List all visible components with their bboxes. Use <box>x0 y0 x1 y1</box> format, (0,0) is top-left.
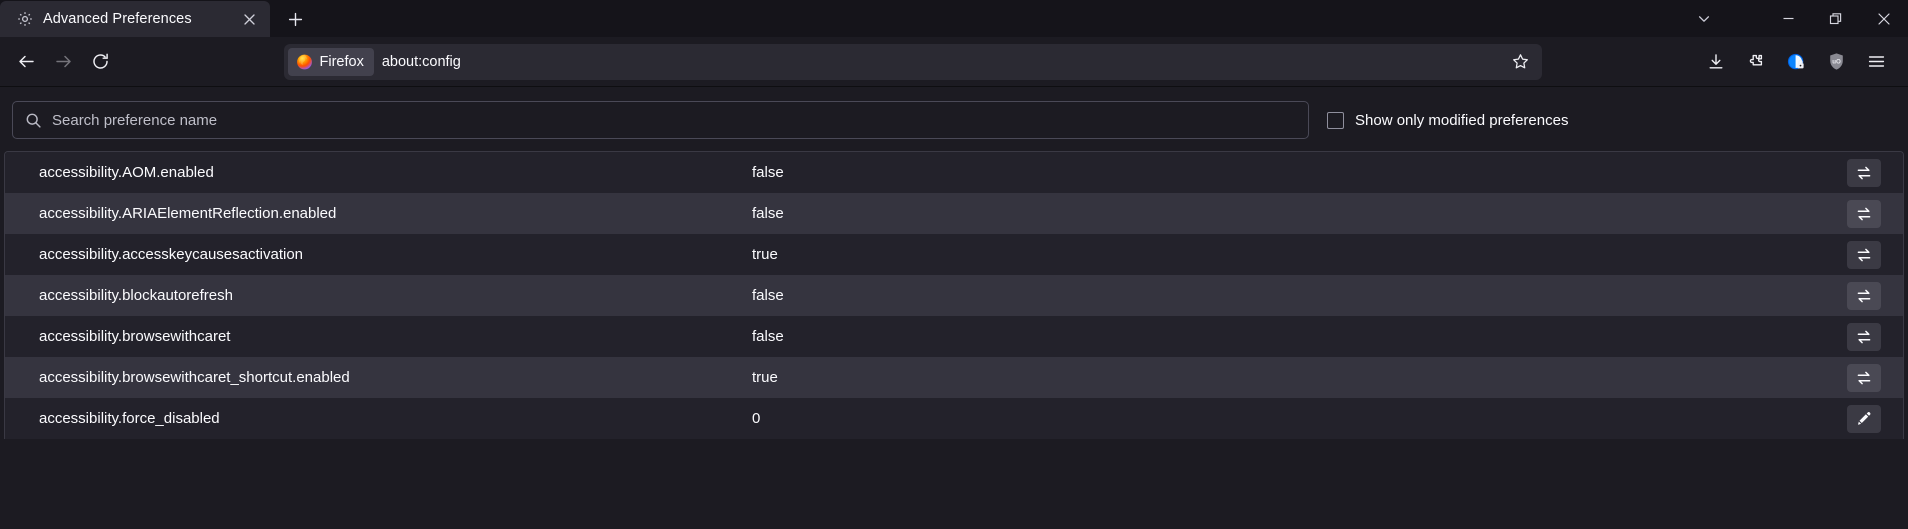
title-bar: Advanced Preferences <box>0 0 1908 37</box>
table-row[interactable]: accessibility.browsewithcaret false <box>5 316 1903 357</box>
show-only-modified-preferences[interactable]: Show only modified preferences <box>1327 111 1576 129</box>
url-text[interactable]: about:config <box>382 54 1506 70</box>
preference-value: 0 <box>752 410 761 427</box>
preference-value: false <box>752 164 784 181</box>
toggle-preference-button[interactable] <box>1847 199 1881 228</box>
preference-name: accessibility.ARIAElementReflection.enab… <box>39 205 337 222</box>
minimize-button[interactable] <box>1764 0 1812 37</box>
url-bar[interactable]: Firefox about:config <box>283 43 1542 80</box>
swap-arrows-icon <box>1856 288 1872 304</box>
preference-value: false <box>752 205 784 222</box>
downloads-button[interactable] <box>1698 45 1734 79</box>
preference-value: false <box>752 287 784 304</box>
app-menu-button[interactable] <box>1858 45 1894 79</box>
search-input[interactable]: Search preference name <box>52 112 217 129</box>
restore-icon <box>1829 12 1843 26</box>
ublock-origin-icon: uO <box>1827 52 1846 71</box>
table-row[interactable]: accessibility.browsewithcaret_shortcut.e… <box>5 357 1903 398</box>
pencil-icon <box>1856 411 1872 427</box>
tab-strip: Advanced Preferences <box>0 0 314 37</box>
search-preference-box[interactable]: Search preference name <box>12 101 1309 139</box>
close-window-button[interactable] <box>1860 0 1908 37</box>
svg-text:uO: uO <box>1832 59 1841 66</box>
table-row[interactable]: accessibility.force_disabled 0 <box>5 398 1903 439</box>
chevron-down-icon <box>1697 12 1711 26</box>
swap-arrows-icon <box>1856 370 1872 386</box>
tab-title: Advanced Preferences <box>43 11 192 27</box>
toolbar-right-buttons: uO <box>1698 45 1900 79</box>
toggle-preference-button[interactable] <box>1847 158 1881 187</box>
close-icon[interactable] <box>238 8 260 30</box>
preference-value: false <box>752 328 784 345</box>
navigation-toolbar: Firefox about:config uO <box>0 37 1908 87</box>
table-row[interactable]: accessibility.ARIAElementReflection.enab… <box>5 193 1903 234</box>
swap-arrows-icon <box>1856 165 1872 181</box>
table-row[interactable]: accessibility.AOM.enabled false <box>5 152 1903 193</box>
bookmark-button[interactable] <box>1506 47 1536 77</box>
toggle-preference-button[interactable] <box>1847 363 1881 392</box>
firefox-logo-icon <box>296 53 313 70</box>
star-icon <box>1512 53 1529 70</box>
preference-value: true <box>752 246 778 263</box>
table-row[interactable]: accessibility.accesskeycausesactivation … <box>5 234 1903 275</box>
back-button[interactable] <box>8 45 45 79</box>
show-modified-label: Show only modified preferences <box>1355 111 1569 129</box>
preference-name: accessibility.browsewithcaret_shortcut.e… <box>39 369 350 386</box>
plus-icon <box>288 12 303 27</box>
preference-name: accessibility.AOM.enabled <box>39 164 214 181</box>
close-icon <box>1877 12 1891 26</box>
preferences-table: accessibility.AOM.enabled false accessib… <box>4 151 1904 439</box>
ublock-origin-button[interactable]: uO <box>1818 45 1854 79</box>
gear-icon <box>16 11 33 28</box>
download-icon <box>1707 53 1725 71</box>
forward-button[interactable] <box>45 45 82 79</box>
search-row: Search preference name Show only modifie… <box>0 87 1908 151</box>
swap-arrows-icon <box>1856 329 1872 345</box>
preference-name: accessibility.accesskeycausesactivation <box>39 246 304 263</box>
browser-tab-advanced-preferences[interactable]: Advanced Preferences <box>0 1 270 37</box>
url-bar-container: Firefox about:config <box>119 43 1698 80</box>
extensions-button[interactable] <box>1738 45 1774 79</box>
about-config-page: Search preference name Show only modifie… <box>0 87 1908 529</box>
new-tab-button[interactable] <box>276 1 314 37</box>
toggle-preference-button[interactable] <box>1847 281 1881 310</box>
title-bar-right <box>1682 0 1908 37</box>
minimize-icon <box>1782 12 1795 25</box>
toggle-preference-button[interactable] <box>1847 240 1881 269</box>
reload-button[interactable] <box>82 45 119 79</box>
show-modified-checkbox[interactable] <box>1327 111 1344 129</box>
puzzle-piece-icon <box>1747 53 1765 71</box>
list-all-tabs-button[interactable] <box>1682 0 1726 37</box>
back-arrow-icon <box>17 52 36 71</box>
preference-value: true <box>752 369 778 386</box>
search-icon <box>25 112 42 129</box>
table-row[interactable]: accessibility.blockautorefresh false <box>5 275 1903 316</box>
preference-name: accessibility.blockautorefresh <box>39 287 233 304</box>
reload-icon <box>91 52 110 71</box>
preference-name: accessibility.force_disabled <box>39 410 220 427</box>
forward-arrow-icon <box>54 52 73 71</box>
preference-name: accessibility.browsewithcaret <box>39 328 231 345</box>
identity-chip-label: Firefox <box>319 53 364 70</box>
swap-arrows-icon <box>1856 247 1872 263</box>
window-controls <box>1764 0 1908 37</box>
account-privacy-button[interactable] <box>1778 45 1814 79</box>
maximize-restore-button[interactable] <box>1812 0 1860 37</box>
shield-lock-icon <box>1786 52 1806 72</box>
swap-arrows-icon <box>1856 206 1872 222</box>
edit-preference-button[interactable] <box>1847 404 1881 433</box>
hamburger-menu-icon <box>1867 52 1886 71</box>
toggle-preference-button[interactable] <box>1847 322 1881 351</box>
identity-chip[interactable]: Firefox <box>287 47 374 76</box>
